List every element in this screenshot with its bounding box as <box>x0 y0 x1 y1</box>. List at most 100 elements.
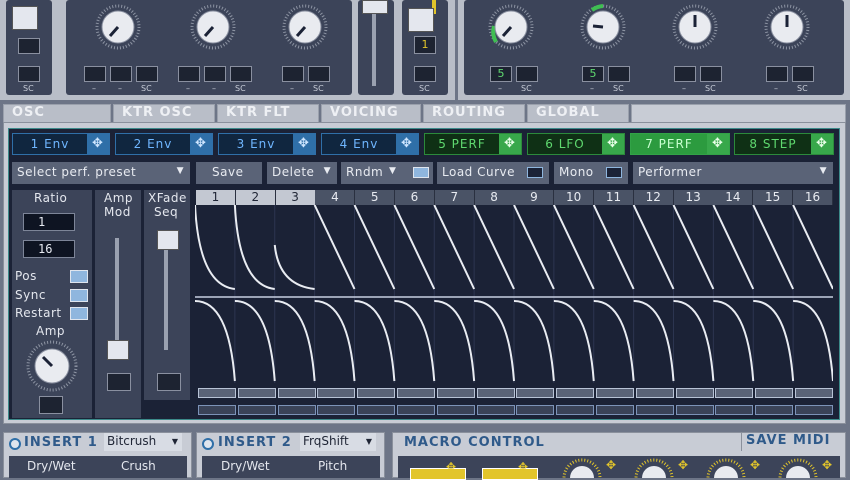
macro-knob[interactable] <box>562 458 602 478</box>
step-cell[interactable] <box>476 405 515 415</box>
step-header-9[interactable]: 9 <box>514 190 555 205</box>
knob[interactable] <box>488 4 534 50</box>
drag-move-icon[interactable]: ✥ <box>396 134 418 154</box>
value-box[interactable] <box>766 66 788 82</box>
value-box[interactable] <box>18 66 40 82</box>
step-cell[interactable] <box>556 388 595 398</box>
step-header-3[interactable]: 3 <box>275 190 316 205</box>
step-header-6[interactable]: 6 <box>395 190 435 205</box>
drag-move-icon[interactable]: ✥ <box>678 458 688 472</box>
step-header-14[interactable]: 14 <box>713 190 754 205</box>
macro-slot-1[interactable] <box>410 468 466 480</box>
value-box[interactable] <box>84 66 106 82</box>
mod-amount-lcd[interactable]: 5 <box>490 66 512 82</box>
insert2-power-icon[interactable] <box>202 438 214 450</box>
mod-amount-lcd[interactable]: 5 <box>582 66 604 82</box>
step-header-2[interactable]: 2 <box>235 190 276 205</box>
mod-source-6-lfo[interactable]: 6 LFO ✥ <box>527 133 625 155</box>
value-box[interactable] <box>178 66 200 82</box>
ratio-denominator[interactable]: 16 <box>23 240 75 258</box>
step-header-4[interactable]: 4 <box>315 190 356 205</box>
step-cell[interactable] <box>635 388 674 398</box>
mod-source-7-perf[interactable]: 7 PERF ✥ <box>630 133 730 155</box>
drag-move-icon[interactable]: ✥ <box>87 134 109 154</box>
mod-source-8-step[interactable]: 8 STEP ✥ <box>734 133 834 155</box>
step-cell[interactable] <box>755 405 794 415</box>
restart-checkbox[interactable] <box>70 307 88 320</box>
step-cell[interactable] <box>237 388 276 398</box>
load-curve-button[interactable]: Load Curve <box>437 162 549 184</box>
knob[interactable] <box>764 4 810 50</box>
save-button[interactable]: Save <box>196 162 262 184</box>
save-midi-button[interactable]: SAVE MIDI <box>741 433 841 451</box>
mod-source-2-env[interactable]: 2 Env ✥ <box>115 133 213 155</box>
step-cell[interactable] <box>357 388 396 398</box>
value-box[interactable] <box>308 66 330 82</box>
mod-source-4-env[interactable]: 4 Env ✥ <box>321 133 419 155</box>
step-cell[interactable] <box>516 388 555 398</box>
value-box[interactable] <box>18 38 40 54</box>
value-box[interactable] <box>230 66 252 82</box>
delete-button[interactable]: Delete ▼ <box>267 162 337 184</box>
insert2-effect-select[interactable]: FrqShift ▼ <box>300 433 376 451</box>
value-box[interactable] <box>414 66 436 82</box>
step-header-1[interactable]: 1 <box>196 190 236 205</box>
step-cell[interactable] <box>317 388 356 398</box>
drag-move-icon[interactable]: ✥ <box>602 134 624 154</box>
knob[interactable] <box>95 4 141 50</box>
tab-ktr-flt[interactable]: KTR FLT <box>217 104 319 122</box>
performer-select[interactable]: Performer ▼ <box>633 162 833 184</box>
step-cell[interactable] <box>596 405 634 415</box>
macro-slot-2[interactable] <box>482 468 538 480</box>
step-cell[interactable] <box>556 405 595 415</box>
value-box[interactable] <box>110 66 132 82</box>
slider-handle[interactable] <box>362 0 388 14</box>
mono-checkbox[interactable] <box>606 167 622 178</box>
mono-toggle[interactable]: Mono <box>554 162 628 184</box>
amp-mod-slider-track[interactable] <box>115 238 119 350</box>
amp-value-box[interactable] <box>39 396 63 414</box>
rndm-button[interactable]: Rndm ▼ <box>341 162 433 184</box>
step-cell[interactable] <box>198 405 236 415</box>
insert1-power-icon[interactable] <box>9 438 21 450</box>
step-header-11[interactable]: 11 <box>594 190 634 205</box>
step-cell[interactable] <box>397 405 435 415</box>
step-header-10[interactable]: 10 <box>554 190 595 205</box>
step-cell[interactable] <box>277 405 316 415</box>
xfade-slider-handle[interactable] <box>157 230 179 250</box>
step-curve-graph[interactable] <box>195 205 833 383</box>
step-cell[interactable] <box>357 405 396 415</box>
tab-voicing[interactable]: VOICING <box>321 104 421 122</box>
amp-mod-value-box[interactable] <box>107 373 131 391</box>
value-box[interactable] <box>792 66 814 82</box>
step-cell[interactable] <box>436 405 475 415</box>
step-header-13[interactable]: 13 <box>673 190 714 205</box>
step-header-12[interactable]: 12 <box>633 190 674 205</box>
step-cell[interactable] <box>277 388 316 398</box>
value-box[interactable] <box>674 66 696 82</box>
tab-global[interactable]: GLOBAL <box>527 104 629 122</box>
step-cell[interactable] <box>795 405 833 415</box>
step-header-8[interactable]: 8 <box>474 190 515 205</box>
step-cell[interactable] <box>755 388 794 398</box>
ratio-numerator[interactable]: 1 <box>23 213 75 231</box>
value-box[interactable] <box>608 66 630 82</box>
step-cell[interactable] <box>635 405 674 415</box>
drag-move-icon[interactable]: ✥ <box>293 134 315 154</box>
step-cell[interactable] <box>715 388 754 398</box>
step-cell[interactable] <box>795 388 833 398</box>
tab-routing[interactable]: ROUTING <box>423 104 525 122</box>
step-header-16[interactable]: 16 <box>793 190 833 205</box>
sync-checkbox[interactable] <box>70 289 88 302</box>
amp-mod-slider-handle[interactable] <box>107 340 129 360</box>
fader-cap[interactable] <box>12 6 38 30</box>
drag-move-icon[interactable]: ✥ <box>811 134 833 154</box>
drag-move-icon[interactable]: ✥ <box>190 134 212 154</box>
step-cell[interactable] <box>237 405 276 415</box>
knob[interactable] <box>282 4 328 50</box>
macro-knob[interactable] <box>778 458 818 478</box>
drag-move-icon[interactable]: ✥ <box>707 134 729 154</box>
drag-move-icon[interactable]: ✥ <box>822 458 832 472</box>
knob[interactable] <box>672 4 718 50</box>
step-cell[interactable] <box>436 388 475 398</box>
